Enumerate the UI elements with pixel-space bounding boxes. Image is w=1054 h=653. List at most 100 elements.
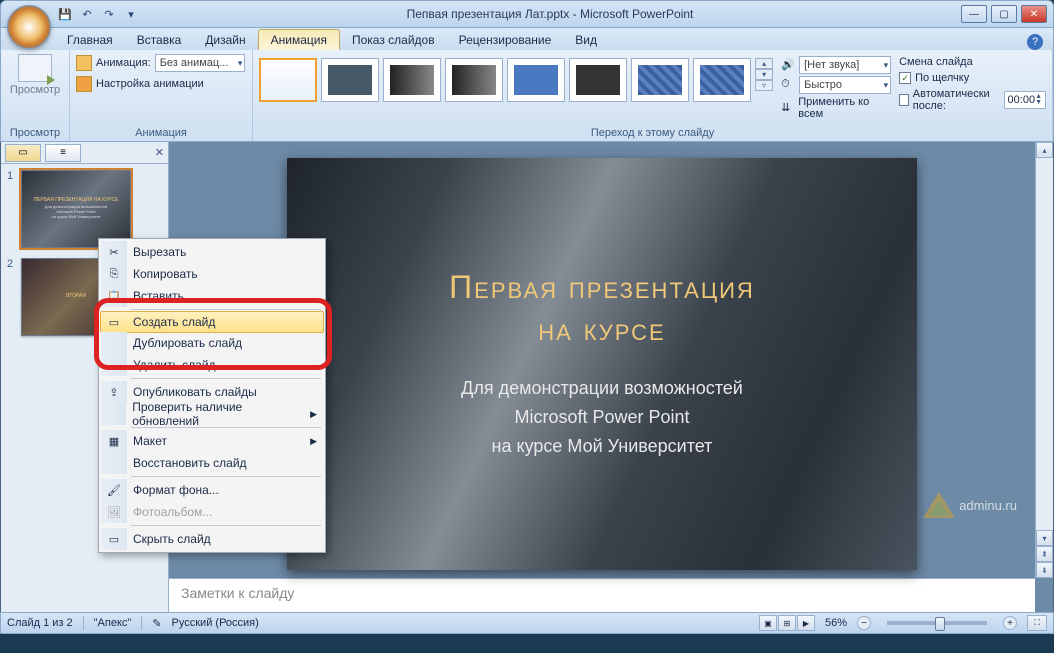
group-label-preview: Просмотр [7, 125, 63, 139]
watermark: adminu.ru [923, 492, 1017, 518]
window-title: Пепвая презентация Лат.pptx - Microsoft … [139, 7, 961, 21]
office-button[interactable] [7, 5, 51, 49]
thumb-number: 2 [7, 258, 17, 336]
transition-gallery: ▴▾▿ [259, 54, 773, 120]
tab-slideshow[interactable]: Показ слайдов [340, 30, 447, 50]
menu-paste[interactable]: 📋Вставить [101, 285, 323, 307]
auto-after-time[interactable]: 00:00▲▼ [1004, 91, 1046, 109]
menu-check-updates[interactable]: Проверить наличие обновлений▶ [101, 403, 323, 425]
undo-icon[interactable]: ↶ [79, 6, 95, 22]
tab-animation[interactable]: Анимация [258, 29, 340, 50]
menu-reset-slide[interactable]: Восстановить слайд [101, 452, 323, 474]
slide-title: Первая презентацияна курсе [449, 267, 755, 350]
menu-copy[interactable]: ⎘Копировать [101, 263, 323, 285]
speed-dropdown[interactable]: Быстро [799, 76, 891, 94]
paste-icon: 📋 [106, 288, 122, 304]
layout-icon: ▦ [106, 433, 122, 449]
menu-photo-album: 🖼Фотоальбом... [101, 501, 323, 523]
submenu-arrow-icon: ▶ [310, 436, 317, 447]
menu-new-slide[interactable]: ▭Создать слайд [100, 311, 324, 333]
sound-dropdown[interactable]: [Нет звука] [799, 56, 891, 74]
on-click-checkbox[interactable]: ✓ [899, 72, 911, 84]
context-menu: ✂Вырезать ⎘Копировать 📋Вставить ▭Создать… [98, 238, 326, 553]
advance-title: Смена слайда [899, 56, 1046, 68]
sound-icon: 🔊 [781, 58, 795, 72]
transition-item[interactable] [507, 58, 565, 102]
qat-dropdown-icon[interactable]: ▾ [123, 6, 139, 22]
play-icon [18, 54, 52, 82]
normal-view-button[interactable]: ▣ [759, 615, 777, 631]
sorter-view-button[interactable]: ⊞ [778, 615, 796, 631]
menu-layout[interactable]: ▦Макет▶ [101, 430, 323, 452]
new-slide-icon: ▭ [106, 314, 122, 330]
slide-thumbnail-1[interactable]: ПЕРВАЯ ПРЕЗЕНТАЦИЯ НА КУРСЕ Для демонстр… [21, 170, 131, 248]
gallery-scroll[interactable]: ▴▾▿ [755, 58, 773, 91]
thumb-number: 1 [7, 170, 17, 248]
menu-delete-slide[interactable]: Удалить слайд [101, 354, 323, 376]
slide-subtitle: Для демонстрации возможностей Microsoft … [461, 374, 743, 460]
zoom-slider[interactable] [887, 621, 987, 625]
copy-icon: ⎘ [106, 266, 122, 282]
animate-icon [76, 55, 92, 71]
preview-button[interactable]: Просмотр [7, 54, 63, 96]
menu-format-background[interactable]: 🖌Формат фона... [101, 479, 323, 501]
logo-icon [923, 492, 955, 518]
tab-view[interactable]: Вид [563, 30, 609, 50]
scissors-icon: ✂ [106, 244, 122, 260]
menu-duplicate-slide[interactable]: Дублировать слайд [101, 332, 323, 354]
zoom-percent[interactable]: 56% [825, 617, 847, 629]
notes-pane[interactable]: Заметки к слайду [169, 578, 1035, 612]
zoom-out-button[interactable]: − [857, 616, 871, 630]
help-icon[interactable]: ? [1027, 34, 1043, 50]
fit-window-button[interactable]: ⛶ [1027, 615, 1047, 631]
group-label-animation: Анимация [76, 125, 246, 139]
transition-item[interactable] [445, 58, 503, 102]
tab-insert[interactable]: Вставка [125, 30, 194, 50]
apply-all-button[interactable]: ⇊Применить ко всем [781, 96, 891, 120]
slide-counter: Слайд 1 из 2 [7, 617, 73, 629]
publish-icon: ⇪ [106, 384, 122, 400]
custom-animation-icon [76, 76, 92, 92]
hide-slide-icon: ▭ [106, 531, 122, 547]
animation-dropdown[interactable]: Без анимац... [155, 54, 246, 72]
zoom-in-button[interactable]: + [1003, 616, 1017, 630]
menu-cut[interactable]: ✂Вырезать [101, 241, 323, 263]
vertical-scrollbar[interactable]: ▴▾ ⇞⇟ [1035, 142, 1053, 578]
apply-all-icon: ⇊ [781, 101, 794, 115]
menu-hide-slide[interactable]: ▭Скрыть слайд [101, 528, 323, 550]
group-label-transition: Переход к этому слайду [259, 125, 1046, 139]
transition-item[interactable] [383, 58, 441, 102]
status-bar: Слайд 1 из 2 "Апекс" ✎ Русский (Россия) … [0, 612, 1054, 634]
minimize-button[interactable]: — [961, 5, 987, 23]
photo-album-icon: 🖼 [106, 504, 122, 520]
outline-tab[interactable]: ≡ [45, 144, 81, 162]
transition-none[interactable] [259, 58, 317, 102]
panel-close-icon[interactable]: ✕ [155, 146, 164, 159]
custom-animation-button[interactable]: Настройка анимации [76, 76, 246, 92]
maximize-button[interactable]: ▢ [991, 5, 1017, 23]
slide[interactable]: Первая презентацияна курсе Для демонстра… [287, 158, 917, 570]
transition-item[interactable] [631, 58, 689, 102]
ribbon: Просмотр Просмотр Анимация: Без анимац..… [0, 50, 1054, 142]
theme-name: "Апекс" [94, 617, 132, 629]
redo-icon[interactable]: ↷ [101, 6, 117, 22]
save-icon[interactable]: 💾 [57, 6, 73, 22]
title-bar: 💾 ↶ ↷ ▾ Пепвая презентация Лат.pptx - Mi… [0, 0, 1054, 28]
auto-after-checkbox[interactable] [899, 94, 909, 106]
ribbon-tabs: Главная Вставка Дизайн Анимация Показ сл… [0, 28, 1054, 50]
tab-review[interactable]: Рецензирование [447, 30, 564, 50]
slides-tab[interactable]: ▭ [5, 144, 41, 162]
tab-design[interactable]: Дизайн [193, 30, 257, 50]
format-bg-icon: 🖌 [106, 482, 122, 498]
tab-home[interactable]: Главная [55, 30, 125, 50]
quick-access-toolbar: 💾 ↶ ↷ ▾ [57, 6, 139, 22]
close-button[interactable]: ✕ [1021, 5, 1047, 23]
spellcheck-icon[interactable]: ✎ [152, 617, 161, 630]
submenu-arrow-icon: ▶ [310, 409, 317, 420]
transition-item[interactable] [569, 58, 627, 102]
speed-icon: ⏱ [781, 78, 795, 92]
language-status[interactable]: Русский (Россия) [172, 617, 259, 629]
slideshow-view-button[interactable]: ▶ [797, 615, 815, 631]
transition-item[interactable] [693, 58, 751, 102]
transition-item[interactable] [321, 58, 379, 102]
